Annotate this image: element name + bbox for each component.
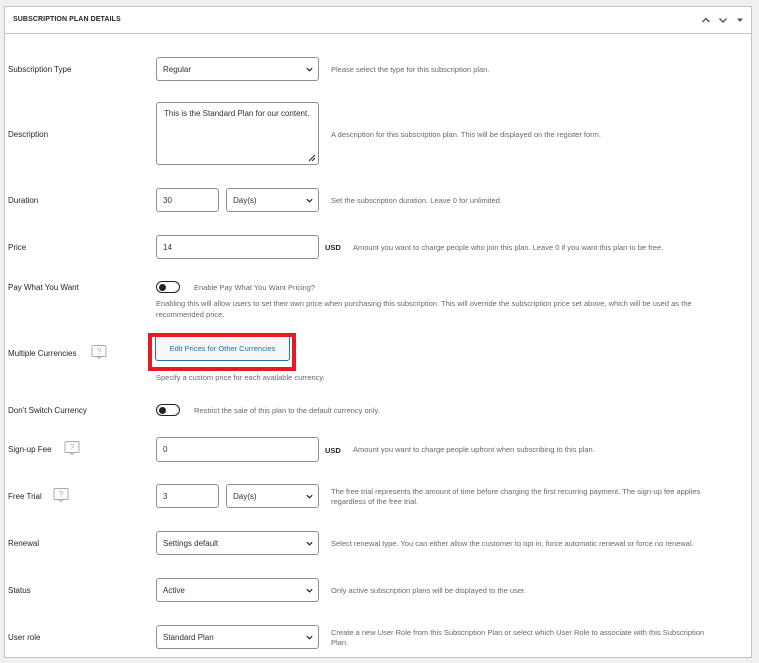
panel-header-buttons — [700, 14, 745, 25]
status-label: Status — [8, 586, 31, 595]
toggle-panel-button[interactable] — [734, 14, 745, 25]
subscription-type-hint: Please select the type for this subscrip… — [331, 65, 490, 74]
price-currency: USD — [325, 243, 341, 252]
pay-what-you-want-hint-line1: Enabling this will allow users to set th… — [156, 299, 692, 308]
free-trial-label: Free Trial — [8, 492, 42, 501]
price-value: 14 — [163, 242, 172, 252]
signup-fee-hint: Amount you want to charge people upfront… — [353, 445, 595, 454]
highlight-box — [148, 333, 296, 371]
caret-down-icon — [736, 18, 743, 22]
pay-what-you-want-hint-line2: recommended price. — [156, 310, 225, 319]
toggle-knob — [159, 283, 166, 291]
user-role-hint-line1: Create a new User Role from this Subscri… — [331, 628, 705, 637]
renewal-select[interactable]: Settings default — [156, 531, 319, 555]
svg-text:?: ? — [59, 490, 64, 499]
duration-unit-value: Day(s) — [233, 195, 257, 205]
renewal-hint: Select renewal type. You can either allo… — [331, 539, 694, 548]
move-down-button[interactable] — [717, 14, 728, 25]
duration-value: 30 — [163, 195, 172, 205]
pay-what-you-want-toggle[interactable] — [156, 281, 180, 293]
duration-unit-select[interactable]: Day(s) — [226, 188, 319, 212]
free-trial-hint-line2: regardless of the free trial. — [331, 497, 419, 506]
user-role-hint-line2: Plan. — [331, 638, 349, 647]
svg-text:?: ? — [97, 347, 102, 356]
free-trial-value: 3 — [163, 491, 168, 501]
chevron-down-icon — [718, 17, 727, 23]
dont-switch-currency-label: Don't Switch Currency — [8, 406, 87, 415]
panel-header: SUBSCRIPTION PLAN DETAILS — [5, 7, 751, 34]
description-label: Description — [8, 130, 49, 139]
signup-fee-input[interactable]: 0 — [156, 437, 319, 462]
chevron-down-icon — [306, 494, 313, 499]
description-hint: A description for this subscription plan… — [331, 130, 601, 139]
description-textarea[interactable]: This is the Standard Plan for our conten… — [156, 102, 319, 165]
signup-fee-currency: USD — [325, 446, 341, 455]
svg-text:?: ? — [70, 443, 75, 452]
price-hint: Amount you want to charge people who joi… — [353, 243, 664, 252]
chevron-down-icon — [306, 541, 313, 546]
dont-switch-currency-toggle[interactable] — [156, 404, 180, 416]
user-role-select[interactable]: Standard Plan — [156, 625, 319, 649]
pay-what-you-want-toggle-label: Enable Pay What You Want Pricing? — [194, 283, 316, 292]
panel-title: SUBSCRIPTION PLAN DETAILS — [13, 16, 121, 23]
description-value: This is the Standard Plan for our conten… — [164, 109, 310, 118]
renewal-label: Renewal — [8, 539, 40, 548]
move-up-button[interactable] — [700, 14, 711, 25]
status-hint: Only active subscription plans will be d… — [331, 586, 527, 595]
duration-input[interactable]: 30 — [156, 188, 219, 212]
user-role-value: Standard Plan — [163, 632, 214, 642]
duration-label: Duration — [8, 196, 39, 205]
free-trial-input[interactable]: 3 — [156, 484, 219, 508]
free-trial-unit-value: Day(s) — [233, 491, 257, 501]
duration-hint: Set the subscription duration. Leave 0 f… — [331, 196, 502, 205]
resize-handle-icon[interactable] — [307, 153, 316, 162]
chevron-down-icon — [306, 198, 313, 203]
free-trial-hint-line1: The free trial represents the amount of … — [331, 487, 701, 496]
pay-what-you-want-label: Pay What You Want — [8, 283, 79, 292]
renewal-value: Settings default — [163, 538, 219, 548]
free-trial-unit-select[interactable]: Day(s) — [226, 484, 319, 508]
help-icon[interactable]: ? — [53, 488, 69, 502]
dont-switch-currency-toggle-label: Restrict the sale of this plan to the de… — [194, 406, 380, 415]
chevron-down-icon — [306, 635, 313, 640]
status-select[interactable]: Active — [156, 578, 319, 602]
signup-fee-value: 0 — [163, 445, 168, 454]
multiple-currencies-hint: Specify a custom price for each availabl… — [156, 373, 325, 382]
subscription-plan-details-panel: SUBSCRIPTION PLAN DETAILS — [4, 6, 752, 658]
help-icon[interactable]: ? — [91, 345, 107, 359]
user-role-label: User role — [8, 633, 41, 642]
subscription-type-value: Regular — [163, 64, 192, 74]
subscription-type-select[interactable]: Regular — [156, 57, 319, 81]
status-value: Active — [163, 585, 185, 595]
subscription-type-label: Subscription Type — [8, 65, 72, 74]
chevron-down-icon — [306, 588, 313, 593]
multiple-currencies-label: Multiple Currencies — [8, 349, 77, 358]
toggle-knob — [159, 406, 166, 414]
price-label: Price — [8, 243, 27, 252]
price-input[interactable]: 14 — [156, 235, 319, 259]
signup-fee-label: Sign-up Fee — [8, 445, 52, 454]
help-icon[interactable]: ? — [64, 441, 80, 455]
chevron-up-icon — [701, 17, 710, 22]
chevron-down-icon — [306, 67, 313, 72]
